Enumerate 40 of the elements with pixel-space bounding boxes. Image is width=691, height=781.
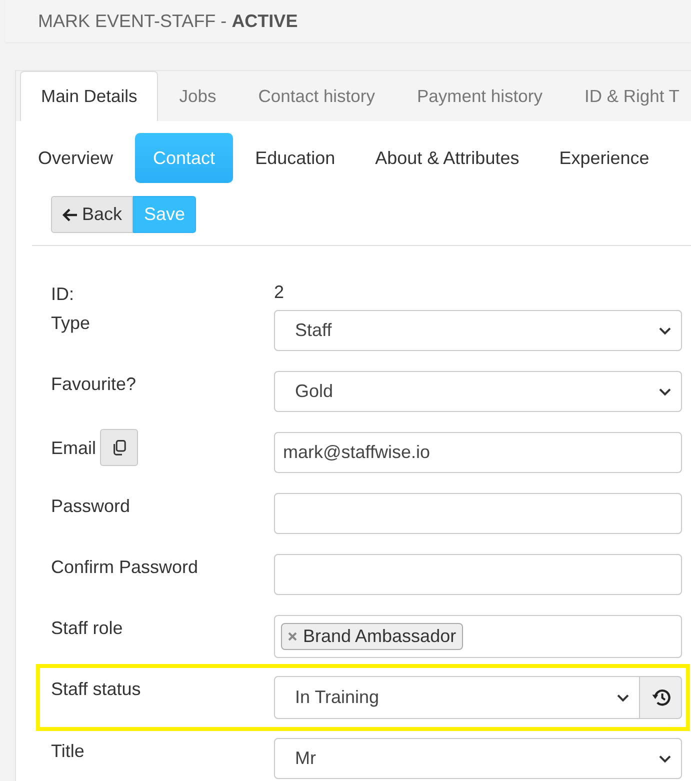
chevron-down-icon bbox=[659, 388, 671, 396]
tag-field[interactable]: Brand Ambassador bbox=[274, 615, 682, 658]
history-button[interactable] bbox=[640, 676, 682, 719]
sub-tab[interactable]: About & Attributes bbox=[357, 133, 538, 183]
tab[interactable]: Main Details bbox=[20, 71, 158, 121]
tab[interactable]: Jobs bbox=[158, 71, 238, 121]
chevron-down-icon bbox=[659, 754, 671, 762]
field-label: Password bbox=[51, 495, 132, 518]
field-label: Confirm Password bbox=[51, 556, 200, 579]
tab[interactable]: ID & Right T bbox=[563, 71, 686, 121]
tag-chip[interactable]: Brand Ambassador bbox=[281, 623, 464, 650]
field-label: Staff status bbox=[51, 678, 142, 701]
back-button[interactable]: Back bbox=[51, 196, 134, 233]
chevron-down-icon bbox=[617, 694, 629, 702]
dropdown-field[interactable]: Staff bbox=[274, 310, 682, 351]
sub-tab[interactable]: Overview bbox=[20, 133, 132, 183]
field-label: Staff role bbox=[51, 617, 124, 640]
dropdown-field[interactable]: In Training bbox=[274, 676, 640, 719]
field-value: 2 bbox=[274, 281, 286, 304]
field-label: ID: bbox=[51, 283, 76, 305]
field-label: Email bbox=[51, 436, 96, 458]
dropdown-field[interactable]: Gold bbox=[274, 371, 682, 412]
password-field[interactable] bbox=[274, 554, 682, 595]
copy-icon bbox=[112, 440, 126, 456]
field-label: Title bbox=[51, 740, 86, 763]
sub-tab[interactable]: Education bbox=[237, 133, 354, 183]
sub-tab[interactable]: Experience bbox=[541, 133, 668, 183]
history-icon bbox=[650, 688, 670, 707]
text-field[interactable]: mark@staffwise.io bbox=[274, 432, 682, 473]
dropdown-field[interactable]: Mr bbox=[274, 738, 682, 779]
copy-button[interactable] bbox=[100, 429, 138, 466]
arrow-left-icon bbox=[62, 208, 78, 222]
field-label: Favourite? bbox=[51, 373, 138, 396]
tab[interactable]: Payment history bbox=[396, 71, 564, 121]
remove-icon bbox=[288, 632, 297, 641]
page-title: MARK EVENT-STAFF - ACTIVE bbox=[38, 10, 298, 32]
chevron-down-icon bbox=[659, 326, 671, 334]
field-label: Type bbox=[51, 312, 92, 335]
password-field[interactable] bbox=[274, 493, 682, 534]
tab[interactable]: Contact history bbox=[237, 71, 396, 121]
